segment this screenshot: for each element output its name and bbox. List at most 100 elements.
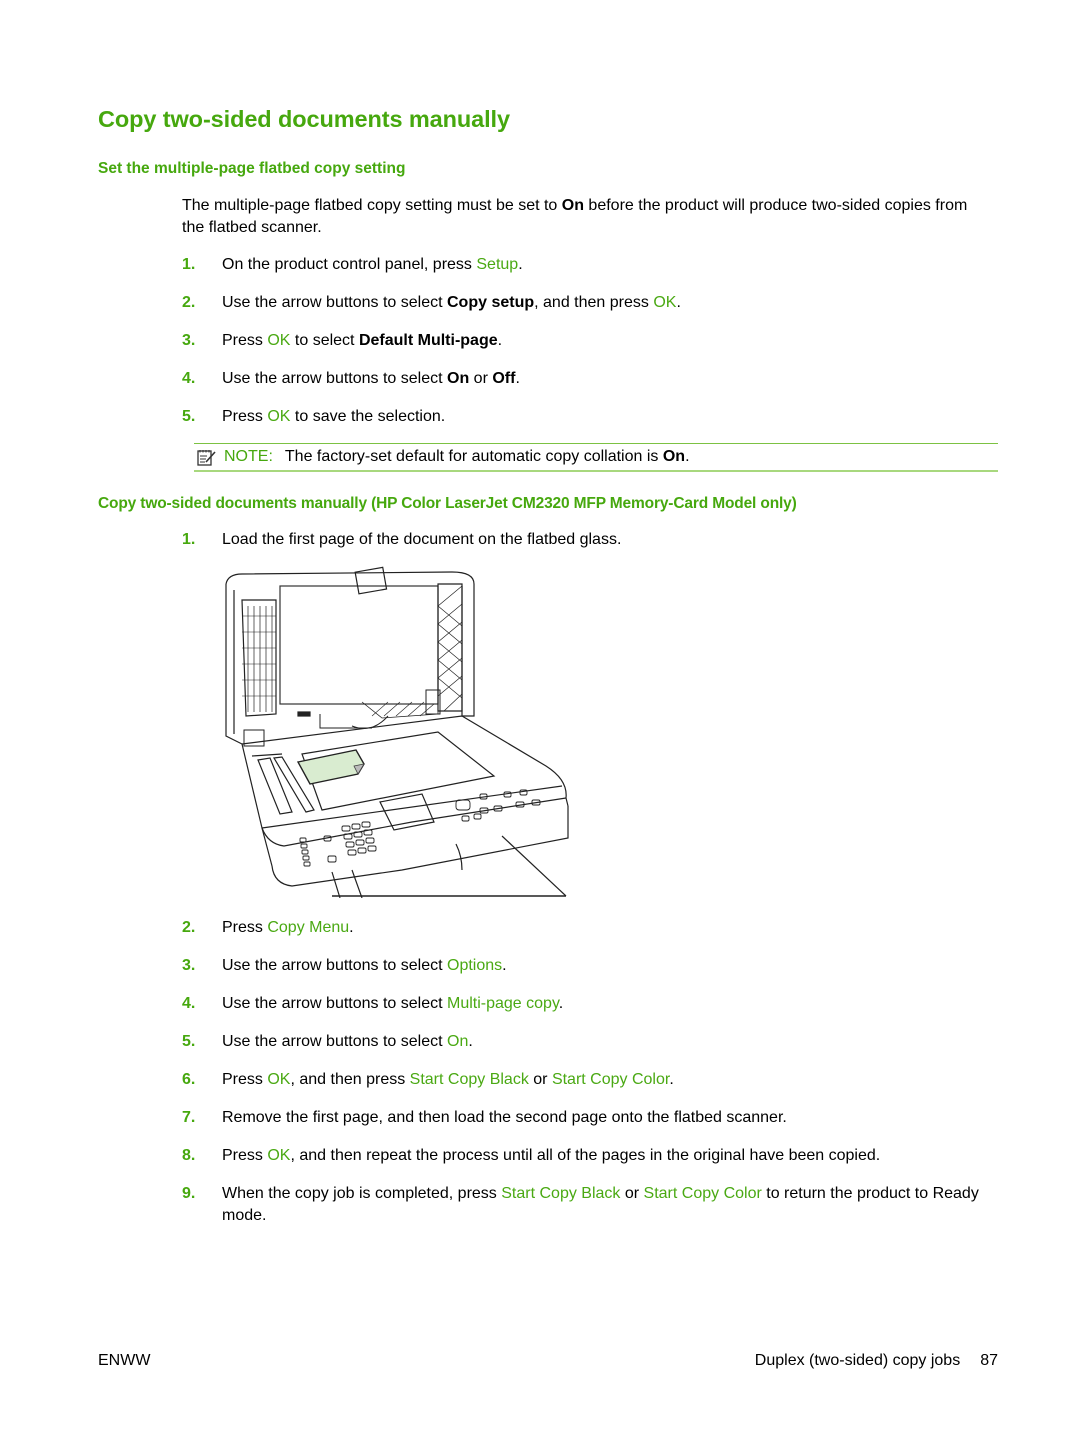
step-text: Use the arrow buttons to select Options.	[222, 955, 1002, 977]
step-number: 8.	[182, 1147, 196, 1164]
note-box: NOTE: The factory-set default for automa…	[194, 443, 998, 472]
step-text-segment: Press	[222, 408, 268, 425]
section-heading-manual-duplex: Copy two-sided documents manually (HP Co…	[98, 495, 797, 512]
menu-option: On	[447, 370, 470, 387]
step-text: Press OK, and then repeat the process un…	[222, 1145, 1002, 1167]
footer-section-title: Duplex (two-sided) copy jobs	[754, 1352, 961, 1369]
step-item: 1. On the product control panel, press Se…	[182, 254, 1002, 276]
note-text-end: .	[685, 448, 690, 465]
control-panel-label: Setup	[476, 256, 519, 273]
intro-text: The multiple-page flatbed copy setting m…	[182, 197, 562, 214]
step-item: 4. Use the arrow buttons to select Multi-…	[182, 993, 1002, 1015]
step-text-segment: Press	[222, 1147, 268, 1164]
page-title: Copy two-sided documents manually	[98, 106, 510, 132]
control-panel-label: On	[447, 1033, 469, 1050]
step-number: 1.	[182, 531, 196, 548]
step-number: 2.	[182, 919, 196, 936]
menu-option: Copy setup	[447, 294, 535, 311]
step-text-segment: Use the arrow buttons to select	[222, 294, 447, 311]
step-number: 2.	[182, 294, 196, 311]
note-text: The factory-set default for automatic co…	[285, 444, 690, 470]
control-panel-label: OK	[267, 1147, 291, 1164]
step-text: Press OK to select Default Multi-page.	[222, 330, 1002, 352]
step-number: 3.	[182, 332, 196, 349]
step-item: 3. Use the arrow buttons to select Option…	[182, 955, 1002, 977]
step-number: 3.	[182, 957, 196, 974]
step-item: 6. Press OK, and then press Start Copy Bl…	[182, 1069, 1002, 1091]
step-text-segment: to select	[290, 332, 359, 349]
step-text-segment: .	[502, 957, 507, 974]
step-text-segment: Press	[222, 332, 268, 349]
step-text-segment: Use the arrow buttons to select	[222, 957, 447, 974]
step-text-segment: .	[468, 1033, 473, 1050]
step-item: 2. Use the arrow buttons to select Copy s…	[182, 292, 1002, 314]
step-number: 7.	[182, 1109, 196, 1126]
step-number: 9.	[182, 1185, 196, 1202]
step-text: Press OK to save the selection.	[222, 406, 1002, 428]
intro-bold: On	[561, 197, 584, 214]
control-panel-label: OK	[653, 294, 677, 311]
step-item: 2. Press Copy Menu.	[182, 917, 1002, 939]
step-text-segment: .	[497, 332, 503, 349]
step-text: Remove the first page, and then load the…	[222, 1107, 1002, 1129]
control-panel-label: Options	[447, 957, 503, 974]
step-text-segment: Use the arrow buttons to select	[222, 995, 447, 1012]
section-heading-multipage-setting: Set the multiple-page flatbed copy setti…	[98, 160, 406, 177]
step-text-segment: When the copy job is completed, press	[222, 1185, 502, 1202]
control-panel-label: Start Copy Color	[643, 1185, 762, 1202]
step-text-segment: .	[676, 294, 681, 311]
menu-option: Off	[492, 370, 516, 387]
step-text-segment: On the product control panel, press	[222, 256, 477, 273]
step-text-segment: .	[349, 919, 354, 936]
step-text-segment: or	[620, 1185, 644, 1202]
step-text-segment: Remove the first page, and then load the…	[222, 1109, 787, 1126]
step-text-segment: .	[669, 1071, 674, 1088]
step-text-segment: .	[518, 256, 523, 273]
step-text-segment: Press	[222, 1071, 268, 1088]
control-panel-label: Start Copy Black	[409, 1071, 529, 1088]
step-text-segment: .	[515, 370, 520, 387]
step-item: 7. Remove the first page, and then load t…	[182, 1107, 1002, 1129]
step-item: 5. Use the arrow buttons to select On.	[182, 1031, 1002, 1053]
step-item: 5. Press OK to save the selection.	[182, 406, 1002, 428]
step-text: On the product control panel, press Setu…	[222, 254, 1002, 276]
step-number: 6.	[182, 1071, 196, 1088]
step-text-segment: Load the first page of the document on t…	[222, 531, 622, 548]
step-text: Use the arrow buttons to select On or Of…	[222, 368, 1002, 390]
step-text: Use the arrow buttons to select On.	[222, 1031, 1002, 1053]
step-text: When the copy job is completed, press St…	[222, 1183, 1002, 1227]
step-text: Load the first page of the document on t…	[222, 529, 1002, 551]
control-panel-label: Multi-page copy	[447, 995, 559, 1012]
step-text: Press Copy Menu.	[222, 917, 1002, 939]
page-number: 87	[980, 1352, 998, 1369]
step-number: 4.	[182, 370, 196, 387]
control-panel-label: OK	[267, 1071, 291, 1088]
menu-option: Default Multi-page	[358, 332, 498, 349]
control-panel-label: Start Copy Color	[551, 1071, 670, 1088]
note-pad-icon	[197, 450, 216, 466]
step-text: Use the arrow buttons to select Multi-pa…	[222, 993, 1002, 1015]
step-text: Use the arrow buttons to select Copy set…	[222, 292, 1002, 314]
control-panel-label: Start Copy Black	[501, 1185, 621, 1202]
step-item: 3. Press OK to select Default Multi-page.	[182, 330, 1002, 352]
step-text-segment: , and then repeat the process until all …	[290, 1147, 881, 1164]
control-panel-label: OK	[267, 408, 291, 425]
step-text: Press OK, and then press Start Copy Blac…	[222, 1069, 1002, 1091]
step-text-segment: Use the arrow buttons to select	[222, 1033, 447, 1050]
step-text-segment: or	[469, 370, 493, 387]
step-text-segment: Use the arrow buttons to select	[222, 370, 447, 387]
step-text-segment: , and then press	[534, 294, 654, 311]
step-text-segment: , and then press	[290, 1071, 410, 1088]
footer-doc-id: ENWW	[98, 1352, 151, 1369]
control-panel-label: OK	[267, 332, 291, 349]
printer-flatbed-illustration	[225, 566, 569, 898]
step-item: 9. When the copy job is completed, press …	[182, 1183, 1002, 1227]
step-item: 1. Load the first page of the document on…	[182, 529, 1002, 551]
step-text-segment: .	[558, 995, 564, 1012]
step-item: 8. Press OK, and then repeat the process …	[182, 1145, 1002, 1167]
step-number: 5.	[182, 1033, 196, 1050]
intro-paragraph: The multiple-page flatbed copy setting m…	[182, 195, 992, 239]
step-number: 4.	[182, 995, 196, 1012]
step-text-segment: or	[528, 1071, 552, 1088]
note-text-start: The factory-set default for automatic co…	[284, 448, 663, 465]
